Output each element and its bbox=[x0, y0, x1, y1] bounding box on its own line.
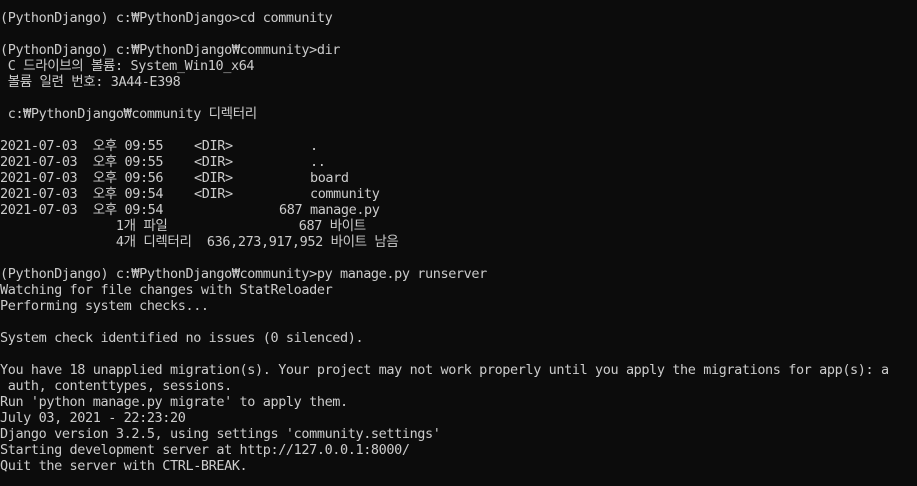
migration-warning-line: auth, contenttypes, sessions. bbox=[0, 378, 233, 394]
prompt-line-runserver: (PythonDjango) c:₩PythonDjango₩community… bbox=[0, 266, 487, 282]
file-summary-line: 1개 파일 687 바이트 bbox=[0, 218, 366, 234]
server-url-line: Starting development server at http://12… bbox=[0, 442, 410, 458]
dir-entry-row: 2021-07-03 오후 09:55 <DIR> . bbox=[0, 138, 318, 154]
prompt-line-dir: (PythonDjango) c:₩PythonDjango₩community… bbox=[0, 42, 341, 58]
output-line: System check identified no issues (0 sil… bbox=[0, 330, 364, 346]
dir-entry-row: 2021-07-03 오후 09:56 <DIR> board bbox=[0, 170, 349, 186]
django-version-line: Django version 3.2.5, using settings 'co… bbox=[0, 426, 441, 442]
terminal-output[interactable]: (PythonDjango) c:₩PythonDjango>cd commun… bbox=[0, 10, 917, 486]
directory-header-line: c:₩PythonDjango₩community 디렉터리 bbox=[0, 106, 257, 122]
volume-label-line: C 드라이브의 볼륨: System_Win10_x64 bbox=[0, 58, 255, 74]
dir-entry-row: 2021-07-03 오후 09:54 <DIR> community bbox=[0, 186, 380, 202]
prompt-line-cd: (PythonDjango) c:₩PythonDjango>cd commun… bbox=[0, 10, 333, 26]
migration-warning-line: You have 18 unapplied migration(s). Your… bbox=[0, 362, 889, 378]
output-line: Watching for file changes with StatReloa… bbox=[0, 282, 333, 298]
output-line: Performing system checks... bbox=[0, 298, 209, 314]
dir-summary-line: 4개 디렉터리 636,273,917,952 바이트 남음 bbox=[0, 234, 399, 250]
file-entry-row: 2021-07-03 오후 09:54 687 manage.py bbox=[0, 202, 380, 218]
timestamp-line: July 03, 2021 - 22:23:20 bbox=[0, 410, 186, 426]
dir-entry-row: 2021-07-03 오후 09:55 <DIR> .. bbox=[0, 154, 326, 170]
quit-hint-line: Quit the server with CTRL-BREAK. bbox=[0, 458, 248, 474]
output-line: Run 'python manage.py migrate' to apply … bbox=[0, 394, 348, 410]
volume-serial-line: 볼륨 일련 번호: 3A44-E398 bbox=[0, 74, 181, 90]
